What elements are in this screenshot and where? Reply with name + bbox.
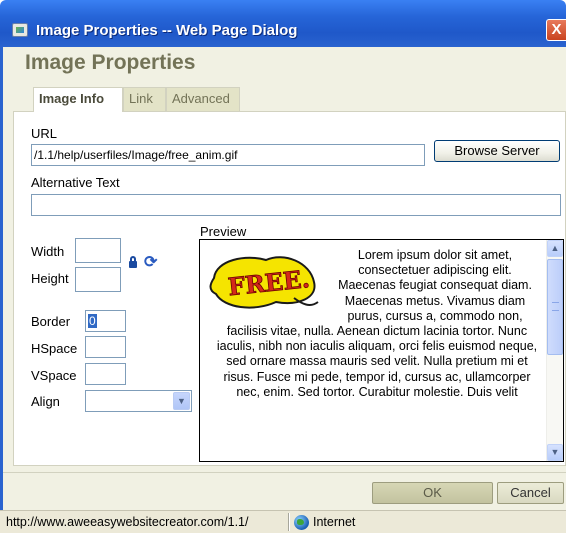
lock-ratio-icon[interactable] (129, 256, 137, 269)
height-label: Height (31, 271, 69, 286)
footer-divider (3, 472, 566, 473)
border-field[interactable]: 0 (85, 310, 126, 332)
hspace-field[interactable] (85, 336, 126, 358)
url-field[interactable]: /1.1/help/userfiles/Image/free_anim.gif (31, 144, 425, 166)
align-label: Align (31, 394, 60, 409)
close-button[interactable]: X (546, 19, 566, 41)
alt-text-field[interactable] (31, 194, 561, 216)
url-label: URL (31, 126, 58, 141)
scroll-thumb[interactable] (547, 259, 563, 355)
alt-text-label: Alternative Text (31, 175, 120, 190)
security-zone: Internet (313, 515, 356, 529)
cancel-button[interactable]: Cancel (497, 482, 564, 504)
browse-server-button[interactable]: Browse Server (434, 140, 560, 162)
status-url: http://www.aweeasywebsitecreator.com/1.1… (6, 515, 249, 529)
ok-button[interactable]: OK (372, 482, 493, 504)
scroll-up-icon[interactable]: ▲ (547, 240, 563, 257)
preview-label: Preview (200, 224, 247, 239)
status-bar: http://www.aweeasywebsitecreator.com/1.1… (0, 510, 566, 533)
height-field[interactable] (75, 267, 121, 292)
width-field[interactable] (75, 238, 121, 263)
chevron-down-icon[interactable]: ▼ (173, 392, 190, 410)
image-info-panel: URL /1.1/help/userfiles/Image/free_anim.… (13, 111, 566, 466)
preview-content: FREE. Lorem ipsum dolor sit amet, consec… (209, 248, 542, 400)
border-label: Border (31, 314, 71, 329)
vspace-label: VSpace (31, 368, 77, 383)
preview-box: FREE. Lorem ipsum dolor sit amet, consec… (199, 239, 564, 462)
image-properties-dialog: Image Properties Image Info Link Advance… (0, 47, 566, 510)
status-divider (288, 513, 290, 531)
tab-advanced[interactable]: Advanced (166, 87, 240, 111)
preview-scrollbar[interactable]: ▲ ▼ (546, 240, 563, 461)
width-label: Width (31, 244, 65, 259)
scroll-down-icon[interactable]: ▼ (547, 444, 563, 461)
dialog-heading: Image Properties (25, 51, 196, 74)
tab-image-info[interactable]: Image Info (33, 87, 123, 112)
border-field-value: 0 (88, 314, 97, 328)
align-select[interactable]: ▼ (85, 390, 192, 412)
title-bar: Image Properties -- Web Page Dialog X (0, 0, 566, 47)
hspace-label: HSpace (31, 341, 78, 356)
reset-size-icon[interactable]: ⟳ (144, 255, 157, 271)
globe-icon (294, 515, 309, 530)
window-title: Image Properties -- Web Page Dialog (36, 22, 298, 39)
dialog-app-icon (12, 23, 28, 37)
free-anim-image: FREE. (206, 248, 324, 314)
vspace-field[interactable] (85, 363, 126, 385)
tab-link[interactable]: Link (123, 87, 166, 111)
